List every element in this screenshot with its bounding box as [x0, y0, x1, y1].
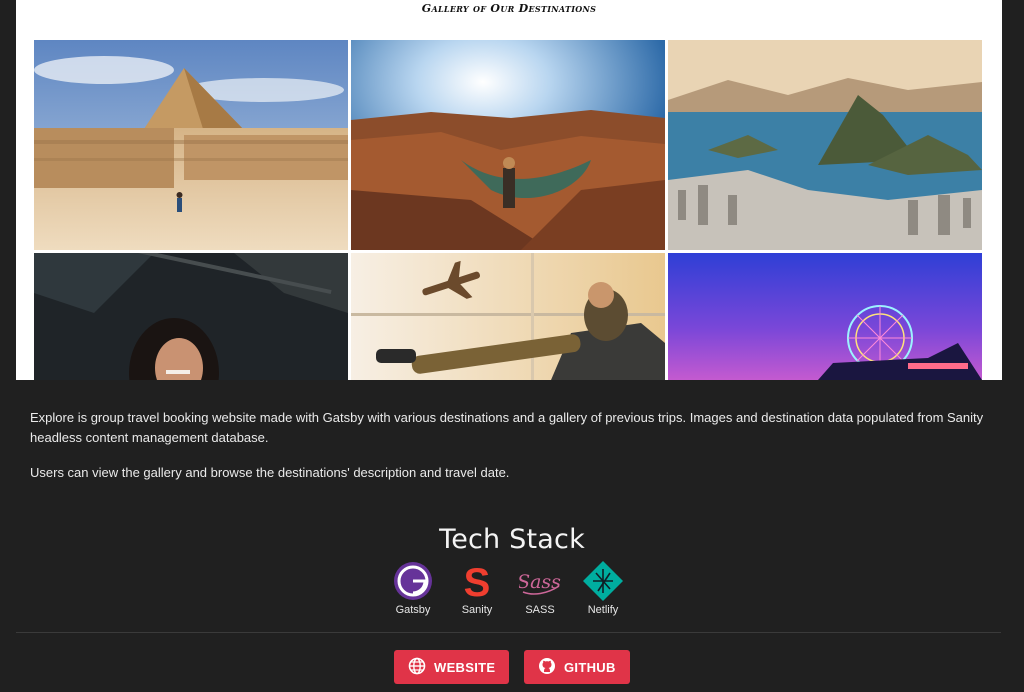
- project-preview: Gallery of Our Destinations: [16, 0, 1002, 380]
- gallery-image-airport: [351, 253, 665, 380]
- gallery-image-canyon: [351, 40, 665, 250]
- gallery-image-pyramid: [34, 40, 348, 250]
- tech-item-netlify: Netlify: [573, 560, 633, 616]
- sanity-icon: S: [456, 560, 498, 605]
- tech-item-sanity: S Sanity: [447, 560, 507, 616]
- website-button-label: WEBSITE: [434, 659, 496, 675]
- website-button[interactable]: WEBSITE: [394, 650, 510, 684]
- project-description-secondary: Users can view the gallery and browse th…: [30, 465, 510, 480]
- project-description: Explore is group travel booking website …: [30, 410, 984, 445]
- gallery-title: Gallery of Our Destinations: [421, 2, 597, 15]
- svg-text:S: S: [464, 561, 491, 602]
- gatsby-icon: [392, 560, 434, 602]
- svg-text:Sass: Sass: [519, 571, 561, 593]
- github-button-label: GITHUB: [564, 659, 616, 675]
- github-icon: [538, 657, 556, 678]
- sass-icon: Sass: [517, 560, 561, 602]
- tech-label: Sanity: [461, 604, 493, 616]
- gallery-image-woman: [34, 253, 348, 380]
- tech-label: SASS: [525, 604, 555, 616]
- divider: [16, 632, 1001, 633]
- tech-label: Gatsby: [395, 604, 431, 616]
- netlify-icon: [582, 560, 624, 602]
- gallery-grid: [34, 40, 985, 380]
- tech-stack-title: Tech Stack: [439, 524, 585, 555]
- tech-label: Netlify: [587, 604, 619, 616]
- gallery-image-ferris-wheel: [668, 253, 982, 380]
- gallery-image-rio: [668, 40, 982, 250]
- github-button[interactable]: GITHUB: [524, 650, 630, 684]
- tech-item-gatsby: Gatsby: [383, 560, 443, 616]
- tech-item-sass: Sass SASS: [510, 560, 570, 616]
- globe-icon: [408, 657, 426, 678]
